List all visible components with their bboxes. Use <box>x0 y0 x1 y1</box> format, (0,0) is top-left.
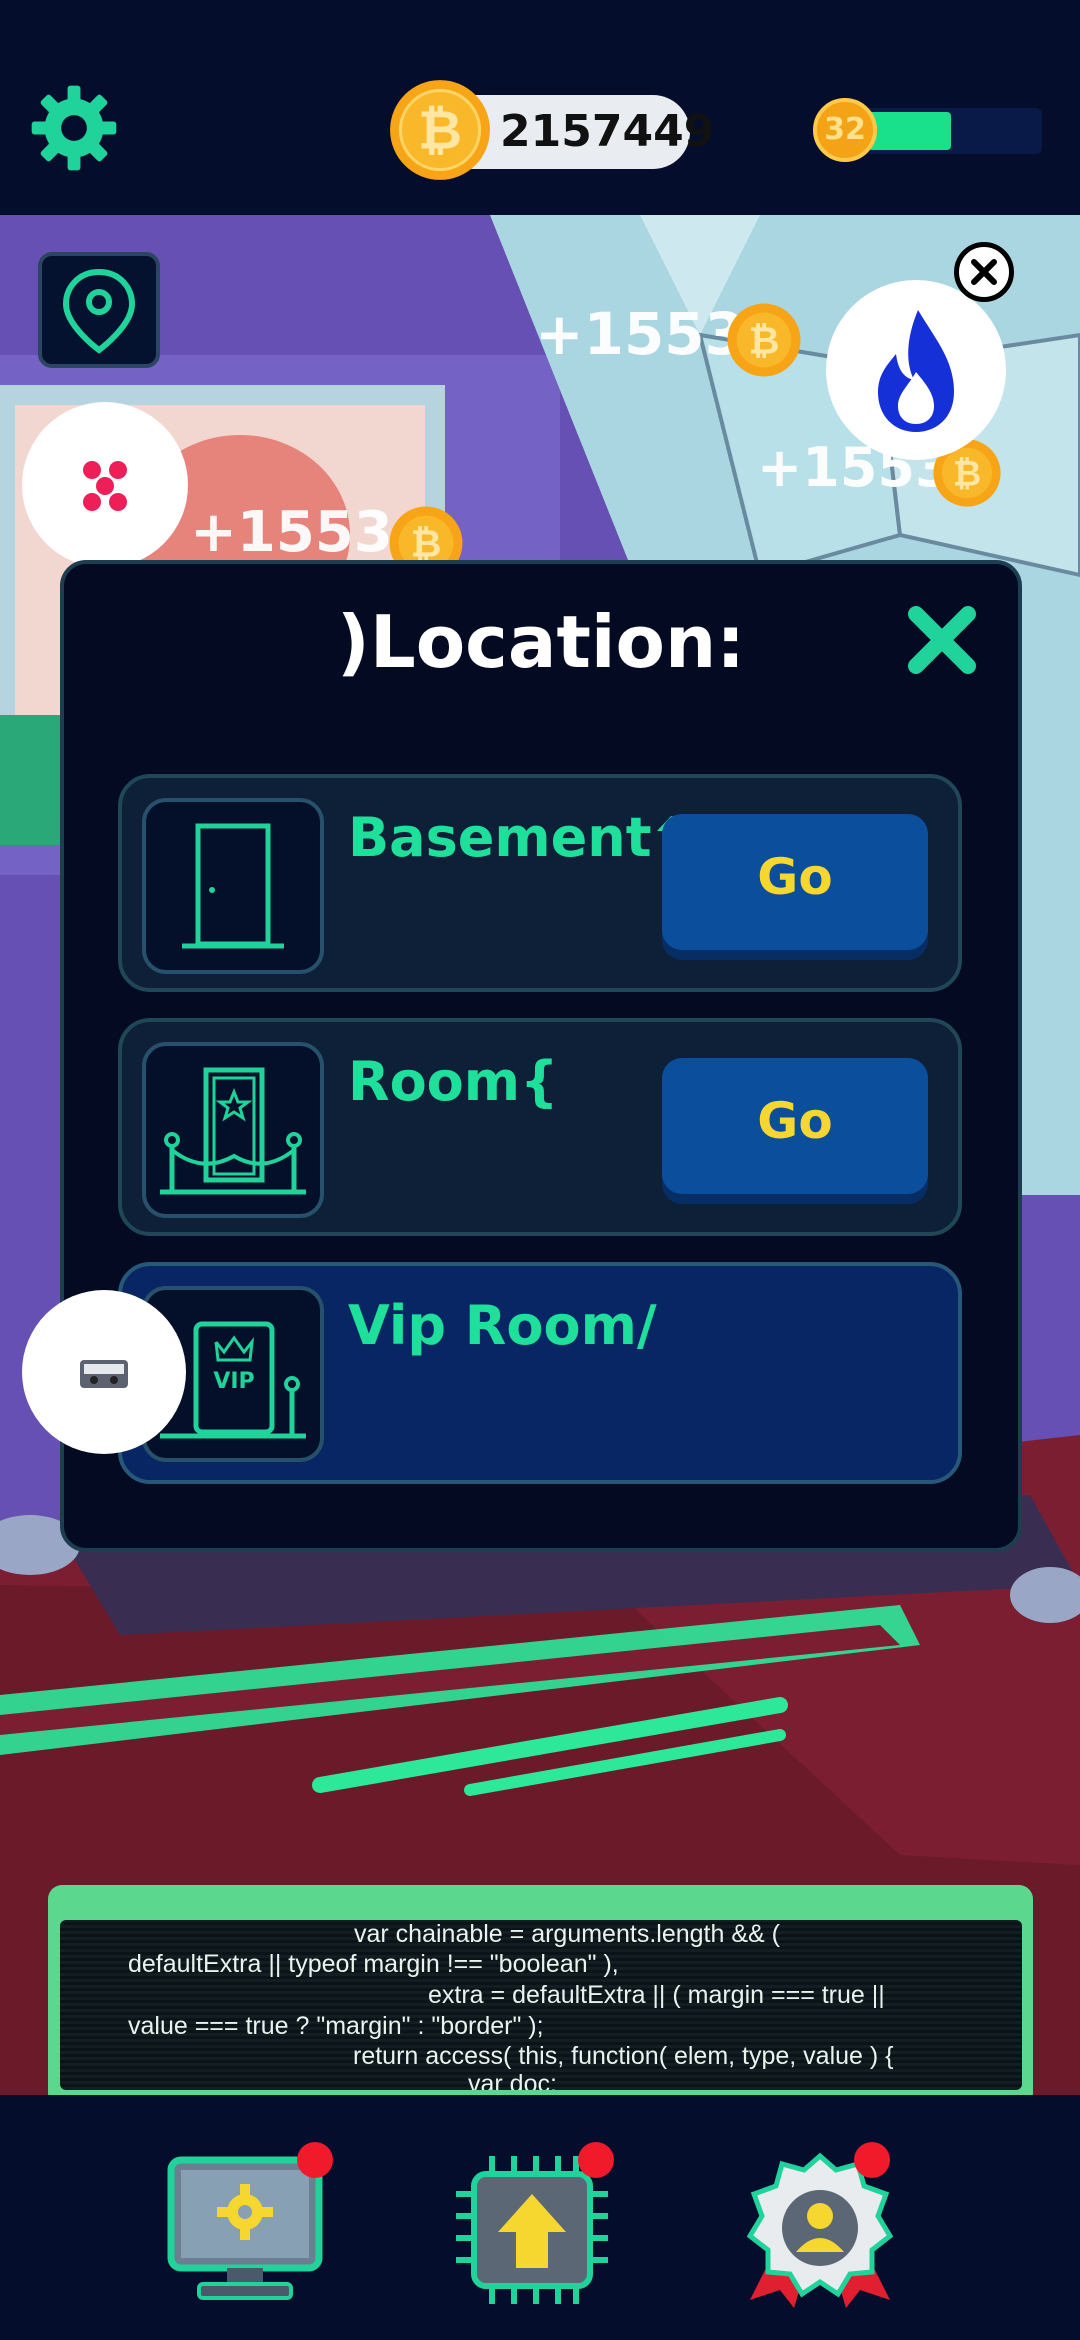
door-icon <box>182 823 284 949</box>
settings-gear-icon[interactable] <box>28 82 120 174</box>
code-line: var chainable = arguments.length && ( <box>354 1920 780 1948</box>
map-pin-icon <box>62 268 136 354</box>
location-card-vip-room[interactable]: VIP Vip Room/ <box>118 1262 962 1484</box>
code-line: extra = defaultExtra || ( margin === tru… <box>428 1981 885 2009</box>
close-icon[interactable] <box>902 600 982 680</box>
location-name: Basement^ <box>348 806 697 869</box>
room-door-rope-icon <box>160 1067 306 1195</box>
bitcoin-coin-icon: ₿ <box>727 303 801 377</box>
computer-settings-button[interactable] <box>165 2142 333 2310</box>
svg-text:₿: ₿ <box>953 455 982 495</box>
location-thumbnail <box>142 798 324 974</box>
code-line: value === true ? "margin" : "border" ); <box>128 2012 544 2040</box>
location-card-room: Room{ Go <box>118 1018 962 1236</box>
boost-bubble-button[interactable] <box>22 402 188 568</box>
pink-dots-icon <box>83 461 127 511</box>
code-console: var chainable = arguments.length && ( de… <box>60 1920 1022 2090</box>
modal-title: )Location: <box>336 600 746 684</box>
code-line: var doc; <box>468 2070 557 2090</box>
notification-badge <box>854 2142 890 2178</box>
item-bubble-button[interactable] <box>22 1290 186 1454</box>
code-line: return access( this, function( elem, typ… <box>353 2042 894 2070</box>
level-badge: 32 <box>813 98 877 162</box>
coin-gain-floater: +1553 <box>535 300 746 368</box>
location-name: Vip Room/ <box>348 1294 657 1357</box>
bitcoin-coin-icon: ₿ <box>390 80 490 180</box>
svg-text:₿: ₿ <box>749 319 780 363</box>
go-button-basement[interactable]: Go <box>662 814 928 950</box>
coin-balance: 2157449 <box>500 106 715 157</box>
code-line: defaultExtra || typeof margin !== "boole… <box>128 1950 619 1978</box>
upgrade-chip-button[interactable] <box>452 2142 614 2310</box>
coin-gain-floater: +1553 <box>190 500 393 565</box>
close-icon <box>971 259 997 285</box>
monitor-settings-icon <box>167 2156 323 2300</box>
notification-badge <box>297 2142 333 2178</box>
flame-icon <box>878 310 954 432</box>
svg-text:₿: ₿ <box>418 99 462 162</box>
level-progress-fill <box>868 112 951 150</box>
bonus-flame-button[interactable] <box>826 280 1006 460</box>
close-ad-button[interactable] <box>954 242 1014 302</box>
location-button[interactable] <box>38 252 160 368</box>
notification-badge <box>578 2142 614 2178</box>
profile-achievement-button[interactable] <box>740 2142 900 2310</box>
gpu-card-icon <box>80 1360 128 1388</box>
location-name: Room{ <box>348 1050 559 1113</box>
location-card-basement: Basement^ Go <box>118 774 962 992</box>
svg-text:VIP: VIP <box>213 1369 254 1394</box>
location-thumbnail <box>142 1042 324 1218</box>
go-button-room[interactable]: Go <box>662 1058 928 1194</box>
